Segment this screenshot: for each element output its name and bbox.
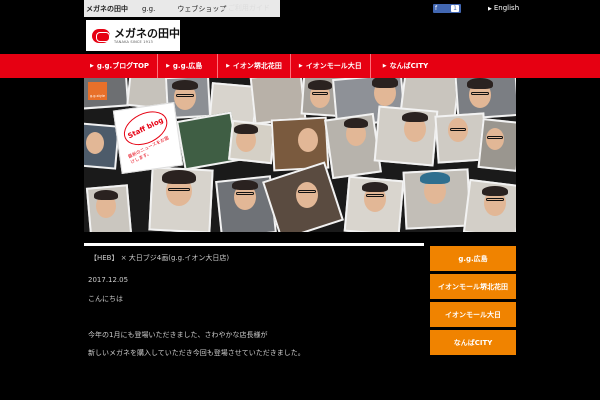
store-button-dainichi[interactable]: イオンモール大日 [430,302,516,327]
post-title: 【HEB】 × 大日ブジ4画(g.g.イオン大日店) [90,254,230,262]
logo-name: メガネの田中 [114,26,180,40]
staff-hair [308,80,332,90]
nav-item-sakai[interactable]: ▶ イオン堺北花田 [217,54,290,78]
staff-hair [372,78,398,88]
hero-collage: g.g.style Staff blog 最新のニュースをお届けします。 [84,78,516,232]
topbar-gg-link[interactable]: g.g. [142,5,155,13]
nav-item-blog-top[interactable]: ▶ g.g.ブログTOP [86,54,157,78]
facebook-like-button[interactable]: f 1 [433,4,461,13]
like-count: 1 [451,5,459,12]
staff-hair [420,172,450,184]
divider-strip [84,243,424,246]
staff-hair [344,118,368,128]
facebook-icon: f [435,5,438,12]
post-date: 2017.12.05 [88,276,129,284]
staff-hair [162,170,196,184]
eyeglasses [176,94,194,97]
nav-item-label: g.g.広島 [172,62,203,70]
eyeglasses [168,188,190,191]
site-logo[interactable]: メガネの田中 TANAKA SINCE 1913 [86,20,180,51]
staff-hair [362,182,388,192]
eyeglasses [471,92,489,95]
chevron-right-icon: ▶ [226,63,230,69]
store-button-namba[interactable]: なんばCITY [430,330,516,355]
topbar-shop-link[interactable]: ウェブショップ [177,4,226,14]
staff-hair [402,112,428,122]
staff-hair [234,124,258,134]
staff-face [298,128,318,152]
staff-face [486,128,504,150]
gg-style-mini-logo: g.g.style [88,82,107,100]
top-utility-bar: メガネの田中 g.g. ウェブショップ ▶ ご利用ガイド f 1 ▶ English [0,0,600,17]
nav-item-label: g.g.ブログTOP [96,62,150,70]
staff-hair [94,190,118,200]
topbar-guide-link[interactable]: ▶ ご利用ガイド [222,3,270,13]
staff-face [86,132,104,154]
staff-blog-card: Staff blog 最新のニュースをお届けします。 [112,101,184,175]
post-paragraph: 新しいメガネを購入していただき今回も登場させていただきました。 [88,349,305,357]
main-nav: ▶ g.g.ブログTOP ▶ g.g.広島 ▶ イオン堺北花田 ▶ イオンモール大日 ▶… [0,54,600,78]
nav-item-label: なんばCITY [389,62,429,70]
eyeglasses [366,194,384,197]
english-label: English [493,4,520,12]
chevron-right-icon: ▶ [382,63,387,69]
eyeglasses [312,92,328,95]
topbar-brand-link[interactable]: メガネの田中 [86,4,128,14]
site-header: メガネの田中 TANAKA SINCE 1913 [0,17,600,54]
nav-items: ▶ g.g.ブログTOP ▶ g.g.広島 ▶ イオン堺北花田 ▶ イオンモール大日 ▶… [86,54,436,78]
store-button-hiroshima[interactable]: g.g.広島 [430,246,516,271]
logo-text: メガネの田中 TANAKA SINCE 1913 [114,26,180,44]
staff-hair [172,80,198,90]
eyeglasses [236,192,254,195]
topbar-guide-label: ご利用ガイド [227,4,270,12]
nav-item-hiroshima[interactable]: ▶ g.g.広島 [157,54,217,78]
eyeglasses [298,190,316,193]
nav-item-label: イオン堺北花田 [232,62,282,70]
staff-face [296,182,318,208]
english-link[interactable]: ▶ English [488,4,519,12]
staff-hair [482,186,508,196]
chevron-right-icon: ▶ [298,63,303,69]
post-paragraph: 今年の1月にも登場いただきました、さわやかな店長様が [88,331,268,339]
nav-item-namba[interactable]: ▶ なんばCITY [369,54,436,78]
chevron-right-icon: ▶ [166,63,170,69]
staff-hair [232,180,258,190]
chevron-right-icon: ▶ [90,63,94,69]
post-greeting: こんにちは [88,295,123,303]
store-button-sakai[interactable]: イオンモール堺北花田 [430,274,516,299]
logo-tagline: TANAKA SINCE 1913 [114,39,153,44]
eyeglasses [486,198,504,201]
glasses-logo-icon [92,28,110,43]
chevron-right-icon: ▶ [222,6,226,12]
chevron-right-icon: ▶ [488,6,492,12]
eyeglasses [487,136,503,139]
store-sidebar: g.g.広島 イオンモール堺北花田 イオンモール大日 なんばCITY [430,246,516,358]
staff-hair [467,78,493,89]
nav-item-dainichi[interactable]: ▶ イオンモール大日 [289,54,370,78]
nav-item-label: イオンモール大日 [305,62,362,70]
eyeglasses [450,128,466,131]
